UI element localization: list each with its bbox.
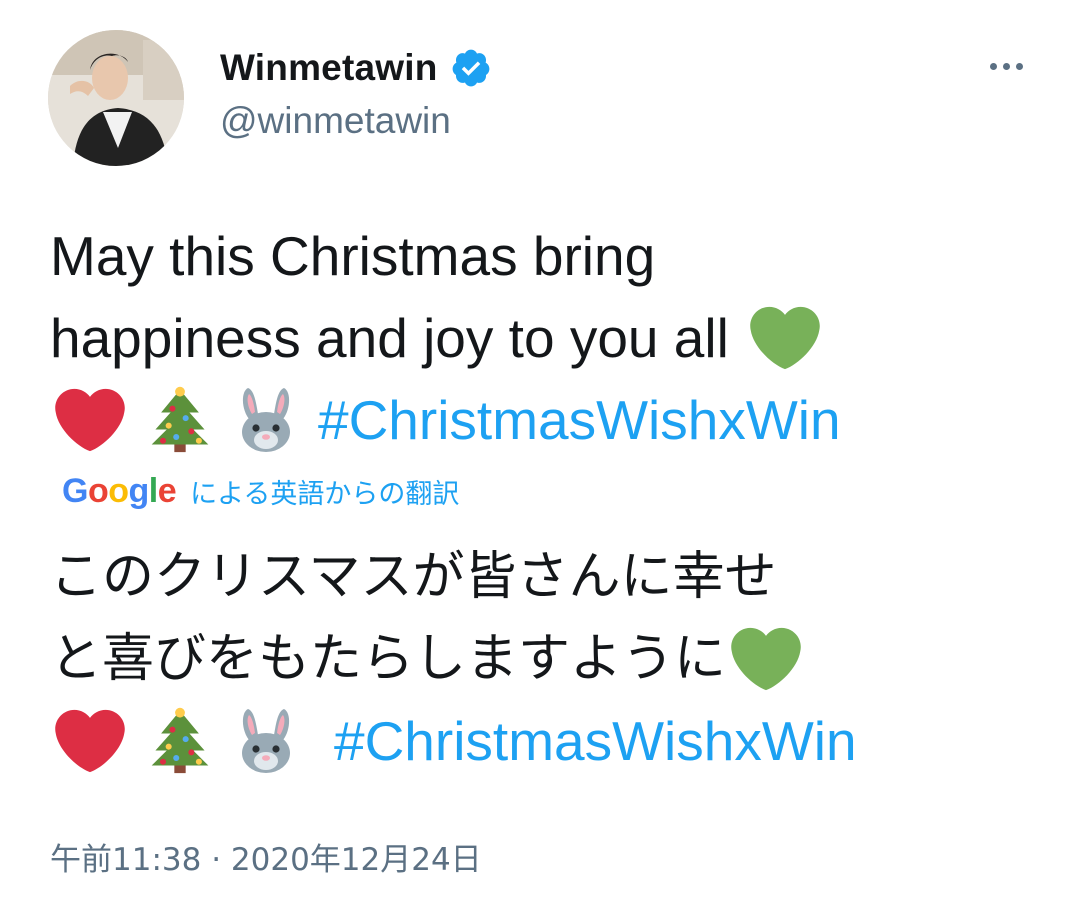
rabbit-face-icon — [230, 705, 302, 777]
translation-credit-text[interactable]: による英語からの翻訳 — [190, 472, 459, 511]
verified-badge-icon — [452, 49, 489, 87]
more-options-button[interactable] — [984, 50, 1028, 82]
more-dot — [1002, 62, 1010, 70]
hashtag-link[interactable]: #ChristmasWishxWin — [334, 700, 857, 782]
christmas-tree-icon — [146, 707, 214, 775]
christmas-tree-icon — [146, 386, 214, 454]
tweet-text-translated: このクリスマスが皆さんに幸せ と喜びをもたらしますように #ChristmasW… — [50, 536, 1040, 782]
rabbit-face-icon — [230, 384, 302, 456]
google-logo: Google — [62, 472, 177, 510]
tweet-text-line-content: happiness and joy to you all — [50, 307, 729, 369]
translated-line: このクリスマスが皆さんに幸せ — [50, 547, 777, 607]
author-display-name[interactable]: Winmetawin — [220, 47, 438, 89]
hashtag-link[interactable]: #ChristmasWishxWin — [318, 379, 841, 461]
tweet-card: Winmetawin @winmetawin May this Christma… — [0, 0, 1080, 910]
avatar[interactable] — [48, 30, 184, 166]
translated-line-2: と喜びをもたらしますように — [50, 618, 1040, 700]
tweet-timestamp[interactable]: 午前11:38 · 2020年12月24日 — [50, 834, 482, 879]
green-heart-icon — [745, 303, 825, 373]
tweet-text-original: May this Christmas bring happiness and j… — [50, 215, 1040, 461]
translation-credit[interactable]: Google による英語からの翻訳 — [62, 472, 459, 511]
more-dot — [989, 62, 997, 70]
author-handle[interactable]: @winmetawin — [220, 100, 451, 142]
more-dot — [1015, 62, 1023, 70]
red-heart-icon — [50, 385, 130, 455]
translated-line-3: #ChristmasWishxWin — [50, 700, 1040, 782]
avatar-photo — [48, 30, 184, 166]
tweet-text-line: May this Christmas bring — [50, 225, 656, 287]
green-heart-icon — [726, 624, 806, 694]
tweet-text-line-2: happiness and joy to you all — [50, 297, 1040, 379]
translated-line-content: と喜びをもたらしますように — [50, 629, 727, 689]
tweet-text-line-3: #ChristmasWishxWin — [50, 379, 1040, 461]
author-name-row[interactable]: Winmetawin — [220, 44, 492, 92]
red-heart-icon — [50, 706, 130, 776]
